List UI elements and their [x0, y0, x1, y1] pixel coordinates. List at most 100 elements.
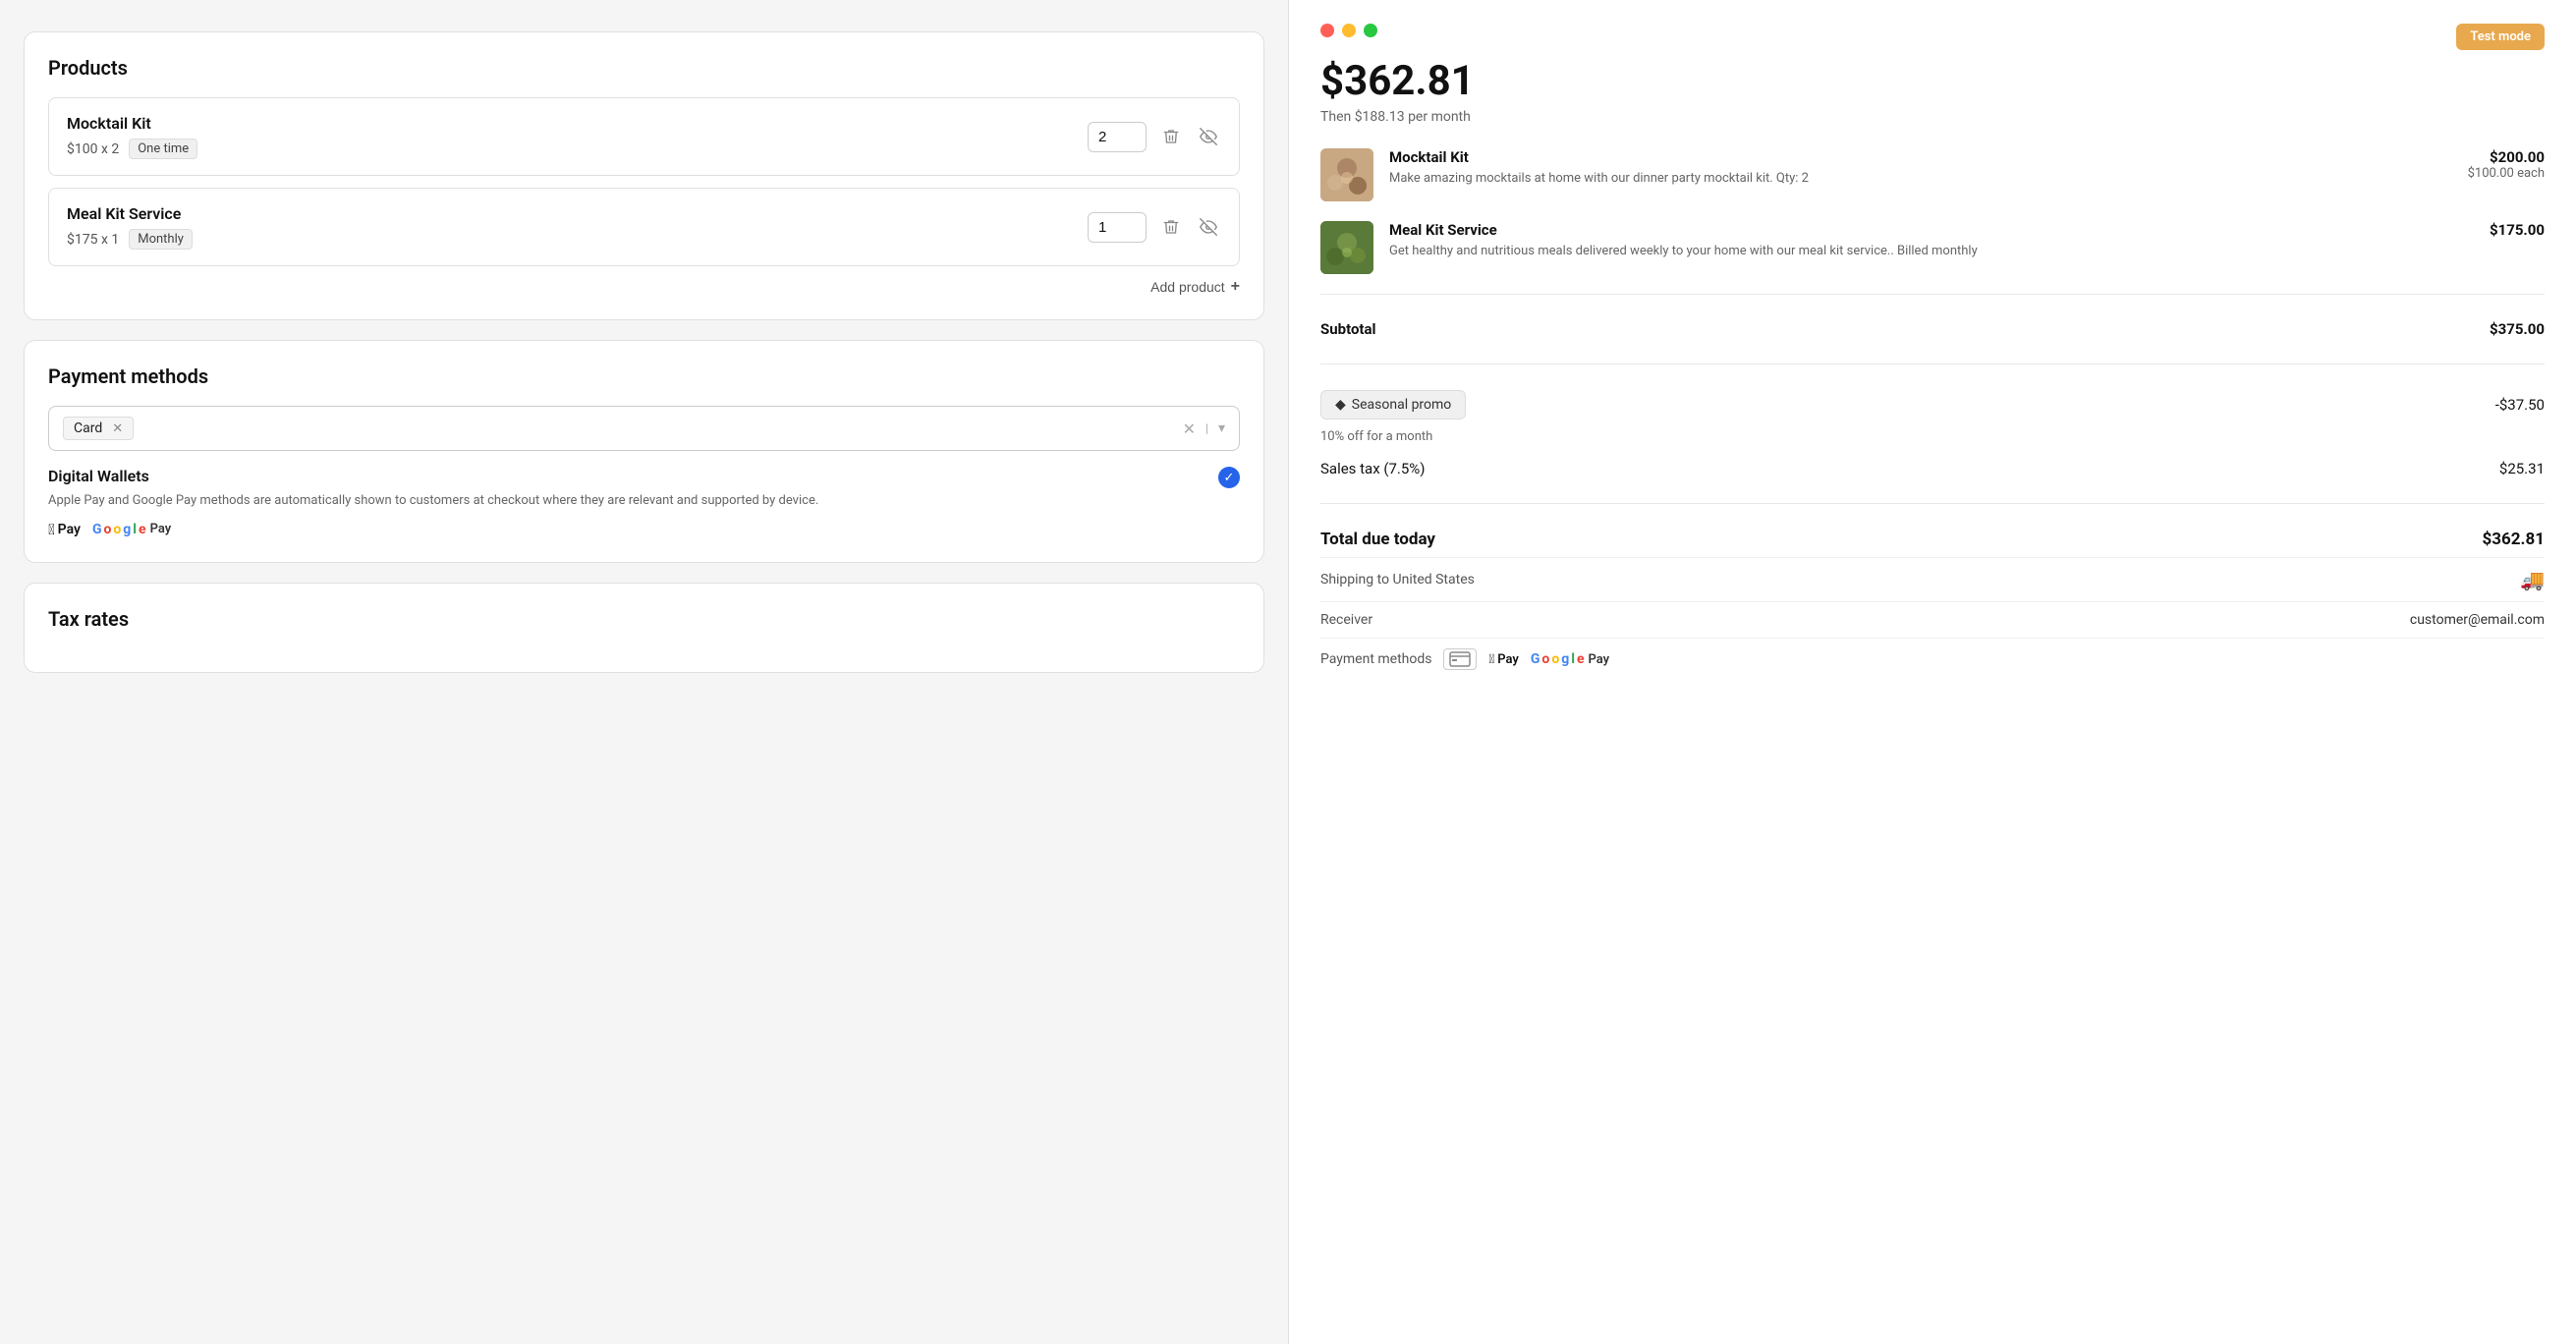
digital-wallets-info: Digital Wallets Apple Pay and Google Pay… — [48, 467, 1218, 538]
delete-mealkit-button[interactable] — [1158, 214, 1184, 240]
clear-icon[interactable]: ✕ — [1183, 420, 1196, 438]
checkmark-icon: ✓ — [1224, 471, 1235, 485]
promo-row: ◆ Seasonal promo -$37.50 10% off for a m… — [1320, 382, 2545, 452]
apple-pay-logo:  Pay — [48, 521, 81, 538]
g-green: l — [133, 522, 137, 537]
divider: | — [1205, 421, 1208, 435]
product-item-mealkit: Meal Kit Service $175 x 1 Monthly — [48, 188, 1240, 266]
add-product-row: Add product + — [48, 278, 1240, 296]
promo-desc: 10% off for a month — [1320, 429, 1432, 444]
card-tag: Card ✕ — [63, 417, 134, 440]
delete-mocktail-button[interactable] — [1158, 124, 1184, 149]
preview-item-mocktail: Mocktail Kit Make amazing mocktails at h… — [1320, 148, 2545, 201]
subtotal-value: $375.00 — [2490, 320, 2545, 338]
gp-g-green: l — [1571, 651, 1575, 667]
subtotal-divider — [1320, 294, 2545, 295]
digital-wallets-checkbox[interactable]: ✓ — [1218, 467, 1240, 488]
mealkit-img-svg — [1320, 221, 1373, 274]
subtotal-label: Subtotal — [1320, 320, 1376, 338]
preview-item-price-mealkit: $175.00 — [2490, 221, 2545, 239]
preview-item-info-mocktail: Mocktail Kit Make amazing mocktails at h… — [1389, 148, 2452, 188]
card-icon-preview — [1443, 648, 1477, 670]
sales-tax-label: Sales tax (7.5%) — [1320, 460, 1426, 477]
preview-item-desc-mocktail: Make amazing mocktails at home with our … — [1389, 170, 2452, 188]
preview-item-price-mocktail: $200.00 $100.00 each — [2468, 148, 2545, 181]
window-dots — [1320, 24, 2545, 37]
gp-g-red: o — [1541, 651, 1549, 667]
eye-off-icon-mealkit — [1200, 218, 1217, 236]
hide-mocktail-button[interactable] — [1196, 124, 1221, 149]
product-price-mocktail: $100 x 2 — [67, 141, 119, 157]
tag-icon: ◆ — [1335, 397, 1346, 413]
preview-item-name-mocktail: Mocktail Kit — [1389, 148, 2452, 166]
preview-price-each-mocktail: $100.00 each — [2468, 166, 2545, 181]
apple-icon:  — [48, 521, 55, 538]
gp-g-red2: e — [1577, 651, 1585, 667]
total-value: $362.81 — [2483, 530, 2545, 549]
chevron-down-icon[interactable]: ▾ — [1218, 420, 1225, 436]
gp-g-blue2: g — [1561, 651, 1569, 667]
dot-green[interactable] — [1364, 24, 1377, 37]
product-info-mocktail: Mocktail Kit $100 x 2 One time — [67, 114, 1088, 159]
digital-wallets-row: Digital Wallets Apple Pay and Google Pay… — [48, 467, 1240, 538]
payment-methods-preview-row: Payment methods  Pay Google Pay — [1320, 638, 2545, 680]
dot-red[interactable] — [1320, 24, 1334, 37]
gp-g-yellow: o — [1551, 651, 1559, 667]
product-controls-mealkit — [1088, 212, 1221, 243]
qty-input-mealkit[interactable] — [1088, 212, 1147, 243]
g-blue2: g — [123, 522, 131, 537]
card-tag-remove[interactable]: ✕ — [112, 421, 123, 436]
preview-item-mealkit: Meal Kit Service Get healthy and nutriti… — [1320, 221, 2545, 274]
digital-wallets-desc: Apple Pay and Google Pay methods are aut… — [48, 491, 1218, 511]
apple-pay-text: Pay — [58, 522, 81, 537]
gp-g-blue: G — [1531, 651, 1540, 667]
shipping-row: Shipping to United States 🚚 — [1320, 557, 2545, 601]
product-badge-mealkit: Monthly — [129, 229, 193, 250]
product-item-mocktail: Mocktail Kit $100 x 2 One time — [48, 97, 1240, 176]
total-divider — [1320, 503, 2545, 504]
hide-mealkit-button[interactable] — [1196, 214, 1221, 240]
payment-select-row[interactable]: Card ✕ ✕ | ▾ — [48, 406, 1240, 451]
apple-pay-preview-logo:  Pay — [1488, 652, 1518, 667]
g-red: o — [103, 522, 111, 537]
dot-yellow[interactable] — [1342, 24, 1356, 37]
product-price-row-mocktail: $100 x 2 One time — [67, 139, 1088, 159]
preview-price-main-mealkit: $175.00 — [2490, 221, 2545, 239]
right-panel: Test mode $362.81 Then $188.13 per month… — [1288, 0, 2576, 1344]
qty-input-mocktail[interactable] — [1088, 122, 1147, 152]
products-section: Products Mocktail Kit $100 x 2 One time — [24, 31, 1264, 320]
preview-item-desc-mealkit: Get healthy and nutritious meals deliver… — [1389, 243, 2474, 260]
product-name-mocktail: Mocktail Kit — [67, 114, 1088, 133]
preview-price-main-mocktail: $200.00 — [2468, 148, 2545, 166]
product-price-mealkit: $175 x 1 — [67, 232, 119, 248]
add-product-button[interactable]: Add product + — [1150, 278, 1240, 296]
preview-item-info-mealkit: Meal Kit Service Get healthy and nutriti… — [1389, 221, 2474, 260]
card-lines-icon — [1449, 651, 1471, 667]
receiver-label: Receiver — [1320, 612, 1372, 628]
eye-off-icon — [1200, 128, 1217, 145]
tax-rates-title: Tax rates — [48, 607, 1240, 631]
mocktail-img-svg — [1320, 148, 1373, 201]
payment-methods-title: Payment methods — [48, 364, 1240, 388]
product-name-mealkit: Meal Kit Service — [67, 204, 1088, 223]
total-label: Total due today — [1320, 530, 1435, 549]
plus-icon: + — [1231, 278, 1240, 296]
payment-methods-section: Payment methods Card ✕ ✕ | ▾ Digital Wal… — [24, 340, 1264, 563]
truck-icon: 🚚 — [2520, 568, 2545, 591]
test-mode-badge: Test mode — [2456, 24, 2545, 50]
subtotal-row: Subtotal $375.00 — [1320, 312, 2545, 346]
add-product-label: Add product — [1150, 279, 1225, 295]
g-blue: G — [92, 522, 102, 537]
receiver-value: customer@email.com — [2410, 612, 2545, 628]
total-row: Total due today $362.81 — [1320, 522, 2545, 557]
shipping-label: Shipping to United States — [1320, 572, 1475, 588]
pay-text: Pay — [150, 522, 172, 536]
digital-wallets-title: Digital Wallets — [48, 467, 1218, 485]
apple-icon-preview:  — [1488, 652, 1494, 667]
trash-icon-mealkit — [1162, 218, 1180, 236]
gp-pay-text: Pay — [1589, 652, 1610, 667]
left-panel: Products Mocktail Kit $100 x 2 One time — [0, 0, 1288, 1344]
product-badge-mocktail: One time — [129, 139, 197, 159]
promo-discount: -$37.50 — [2495, 396, 2545, 414]
sales-tax-row: Sales tax (7.5%) $25.31 — [1320, 452, 2545, 485]
